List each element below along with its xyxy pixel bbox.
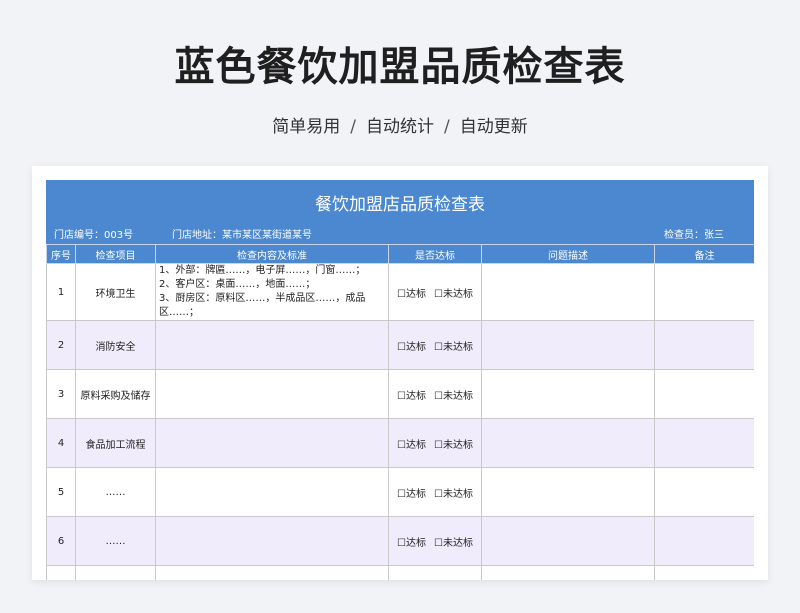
content-line: 3、厨房区：原料区……，半成品区……，成品区……； (159, 293, 366, 318)
pass-checkbox[interactable]: ☐达标 (397, 489, 426, 500)
row-content[interactable] (155, 320, 389, 370)
col-header-remark: 备注 (654, 244, 754, 264)
row-content[interactable] (155, 467, 389, 517)
table-row: 1 环境卫生 1、外部：牌匾……，电子屏……，门窗……； 2、客户区：桌面……，地面…… (46, 263, 754, 321)
inspection-sheet: 餐饮加盟店品质检查表 门店编号：003号 门店地址：某市某区某街道某号 检查员：… (46, 180, 754, 580)
table-row (46, 565, 754, 580)
row-issue[interactable] (481, 516, 655, 566)
pass-checkbox[interactable]: ☐达标 (397, 440, 426, 451)
row-item: 食品加工流程 (75, 418, 156, 468)
row-issue[interactable] (481, 418, 655, 468)
empty-cell (46, 565, 76, 580)
fail-checkbox[interactable]: ☐未达标 (434, 489, 473, 500)
pass-checkbox[interactable]: ☐达标 (397, 538, 426, 549)
feature-tagline: 简单易用 / 自动统计 / 自动更新 (0, 112, 800, 137)
row-remark[interactable] (654, 263, 754, 321)
table-row: 5…… ☐达标 ☐未达标 (46, 467, 754, 517)
table-row: 4 食品加工流程 ☐达标 ☐未达标 (46, 418, 754, 468)
empty-cell (481, 565, 655, 580)
empty-cell (75, 565, 156, 580)
table-row: 6…… ☐达标 ☐未达标 (46, 516, 754, 566)
table-row: 3 原料采购及储存 ☐达标 ☐未达标 (46, 369, 754, 419)
content-line: 2、客户区：桌面……，地面……； (159, 279, 316, 290)
fail-checkbox[interactable]: ☐未达标 (434, 342, 473, 353)
separator: / (444, 117, 450, 137)
pass-checkbox[interactable]: ☐达标 (397, 289, 426, 300)
fail-checkbox[interactable]: ☐未达标 (434, 538, 473, 549)
empty-cell (654, 565, 754, 580)
row-content[interactable] (155, 369, 389, 419)
row-pass-options: ☐达标 ☐未达标 (388, 320, 482, 370)
row-content[interactable]: 1、外部：牌匾……，电子屏……，门窗……； 2、客户区：桌面……，地面……； 3、厨… (155, 263, 389, 321)
col-header-pass: 是否达标 (388, 244, 482, 264)
row-number: 1 (46, 263, 76, 321)
row-content[interactable] (155, 516, 389, 566)
header-row: 序号 检查项目 检查内容及标准 是否达标 问题描述 备注 (46, 244, 754, 264)
page-title: 蓝色餐饮加盟品质检查表 (174, 44, 626, 90)
row-pass-options: ☐达标 ☐未达标 (388, 369, 482, 419)
separator: / (350, 117, 356, 137)
col-header-no: 序号 (46, 244, 76, 264)
row-issue[interactable] (481, 369, 655, 419)
row-pass-options: ☐达标 ☐未达标 (388, 516, 482, 566)
inspection-table: 序号 检查项目 检查内容及标准 是否达标 问题描述 备注 1 环境卫生 1、外部：牌… (46, 244, 754, 580)
row-issue[interactable] (481, 320, 655, 370)
sheet-banner: 餐饮加盟店品质检查表 门店编号：003号 门店地址：某市某区某街道某号 检查员：… (46, 180, 754, 244)
row-item: …… (75, 467, 156, 517)
row-item: 消防安全 (75, 320, 156, 370)
row-content[interactable] (155, 418, 389, 468)
pass-checkbox[interactable]: ☐达标 (397, 391, 426, 402)
content-line: 1、外部：牌匾……，电子屏……，门窗……； (159, 265, 366, 276)
row-number: 4 (46, 418, 76, 468)
row-pass-options: ☐达标 ☐未达标 (388, 263, 482, 321)
row-remark[interactable] (654, 418, 754, 468)
empty-cell (388, 565, 482, 580)
row-issue[interactable] (481, 263, 655, 321)
table-row: 2 消防安全 ☐达标 ☐未达标 (46, 320, 754, 370)
sheet-title: 餐饮加盟店品质检查表 (315, 195, 485, 215)
row-item: …… (75, 516, 156, 566)
fail-checkbox[interactable]: ☐未达标 (434, 440, 473, 451)
feature-auto-update: 自动更新 (459, 117, 528, 137)
inspector: 检查员：张三 (664, 230, 724, 241)
preview-card: 餐饮加盟店品质检查表 门店编号：003号 门店地址：某市某区某街道某号 检查员：… (32, 166, 768, 580)
row-number: 6 (46, 516, 76, 566)
row-remark[interactable] (654, 369, 754, 419)
store-number: 门店编号：003号 (54, 230, 134, 241)
row-number: 5 (46, 467, 76, 517)
col-header-issue: 问题描述 (481, 244, 655, 264)
row-issue[interactable] (481, 467, 655, 517)
row-remark[interactable] (654, 467, 754, 517)
feature-auto-stats: 自动统计 (366, 117, 434, 137)
pass-checkbox[interactable]: ☐达标 (397, 342, 426, 353)
row-item: 原料采购及储存 (75, 369, 156, 419)
fail-checkbox[interactable]: ☐未达标 (434, 391, 473, 402)
empty-cell (155, 565, 389, 580)
row-pass-options: ☐达标 ☐未达标 (388, 418, 482, 468)
store-address: 门店地址：某市某区某街道某号 (172, 230, 312, 241)
col-header-item: 检查项目 (75, 244, 156, 264)
row-number: 3 (46, 369, 76, 419)
row-pass-options: ☐达标 ☐未达标 (388, 467, 482, 517)
feature-easy: 简单易用 (272, 117, 341, 137)
row-item: 环境卫生 (75, 263, 156, 321)
row-remark[interactable] (654, 516, 754, 566)
fail-checkbox[interactable]: ☐未达标 (434, 289, 473, 300)
row-number: 2 (46, 320, 76, 370)
row-remark[interactable] (654, 320, 754, 370)
col-header-content: 检查内容及标准 (155, 244, 389, 264)
